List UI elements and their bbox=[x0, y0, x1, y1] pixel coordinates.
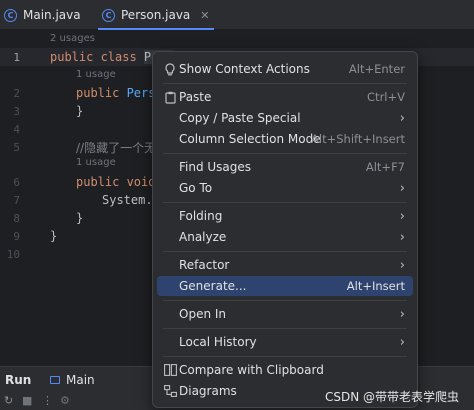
line-number: 10 bbox=[6, 247, 20, 261]
menu-separator bbox=[163, 83, 407, 84]
menu-separator bbox=[163, 153, 407, 154]
line-number: 9 bbox=[13, 229, 20, 243]
menu-item-generate[interactable]: Generate... Alt+Insert bbox=[157, 276, 413, 296]
more-icon[interactable]: ⋮ bbox=[42, 394, 53, 407]
line-number: 8 bbox=[13, 211, 20, 225]
line-number: 6 bbox=[13, 175, 20, 189]
menu-item-folding[interactable]: Folding › bbox=[157, 206, 413, 226]
menu-item-label: Paste bbox=[179, 90, 212, 104]
watermark: CSDN @带带老表学爬虫 bbox=[325, 390, 460, 404]
menu-item-go-to[interactable]: Go To › bbox=[157, 178, 413, 198]
line-number: 1 bbox=[13, 50, 20, 64]
chevron-right-icon: › bbox=[399, 208, 405, 224]
menu-item-refactor[interactable]: Refactor › bbox=[157, 255, 413, 275]
console-icon bbox=[50, 375, 60, 384]
tab-label: Person.java bbox=[121, 8, 191, 22]
menu-item-shortcut: Alt+Shift+Insert bbox=[311, 132, 405, 146]
editor-context-menu: Show Context Actions Alt+Enter Paste Ctr… bbox=[152, 51, 418, 408]
line-number: 7 bbox=[13, 193, 20, 207]
java-class-icon: C bbox=[4, 8, 17, 22]
menu-item-label: Refactor bbox=[179, 258, 230, 272]
closing-brace: } bbox=[76, 211, 84, 225]
menu-item-shortcut: Alt+F7 bbox=[365, 160, 405, 174]
menu-item-label: Show Context Actions bbox=[179, 62, 310, 76]
chevron-right-icon: › bbox=[399, 229, 405, 245]
menu-item-label: Local History bbox=[179, 335, 257, 349]
menu-item-shortcut: Alt+Enter bbox=[348, 62, 405, 76]
menu-item-find-usages[interactable]: Find Usages Alt+F7 bbox=[157, 157, 413, 177]
keyword: public bbox=[76, 86, 127, 100]
menu-item-open-in[interactable]: Open In › bbox=[157, 304, 413, 324]
usage-hint[interactable]: 1 usage bbox=[76, 157, 116, 168]
menu-item-label: Diagrams bbox=[179, 384, 237, 398]
line-number: 4 bbox=[13, 122, 20, 136]
tab-main-java[interactable]: C Main.java bbox=[4, 0, 81, 30]
menu-item-local-history[interactable]: Local History › bbox=[157, 332, 413, 352]
run-tab-main[interactable]: Main bbox=[50, 373, 95, 387]
menu-item-label: Go To bbox=[179, 181, 213, 195]
menu-item-label: Compare with Clipboard bbox=[179, 363, 324, 377]
settings-icon[interactable]: ⚙ bbox=[60, 394, 70, 407]
diagram-icon bbox=[163, 384, 177, 398]
run-tab-label: Main bbox=[66, 372, 95, 387]
menu-separator bbox=[163, 251, 407, 252]
menu-item-shortcut: Alt+Insert bbox=[346, 279, 405, 293]
closing-brace: } bbox=[50, 229, 58, 243]
chevron-right-icon: › bbox=[399, 257, 405, 273]
menu-item-shortcut: Ctrl+V bbox=[367, 90, 405, 104]
close-tab-icon[interactable]: ✕ bbox=[200, 9, 209, 22]
menu-item-analyze[interactable]: Analyze › bbox=[157, 227, 413, 247]
menu-item-paste[interactable]: Paste Ctrl+V bbox=[157, 87, 413, 107]
menu-item-column-selection-mode[interactable]: Column Selection Mode Alt+Shift+Insert bbox=[157, 129, 413, 149]
clipboard-icon bbox=[163, 90, 177, 104]
tab-person-java[interactable]: C Person.java ✕ bbox=[98, 0, 213, 30]
chevron-right-icon: › bbox=[399, 306, 405, 322]
chevron-right-icon: › bbox=[399, 334, 405, 350]
menu-item-label: Analyze bbox=[179, 230, 227, 244]
menu-separator bbox=[163, 328, 407, 329]
line-number: 3 bbox=[13, 104, 20, 118]
menu-item-copy-paste-special[interactable]: Copy / Paste Special › bbox=[157, 108, 413, 128]
bulb-icon bbox=[163, 62, 177, 76]
chevron-right-icon: › bbox=[399, 110, 405, 126]
tab-label: Main.java bbox=[23, 8, 81, 22]
comment: //隐藏了一个无 bbox=[76, 140, 157, 155]
line-number: 5 bbox=[13, 140, 20, 154]
menu-item-label: Generate... bbox=[179, 279, 247, 293]
menu-item-show-context-actions[interactable]: Show Context Actions Alt+Enter bbox=[157, 59, 413, 79]
menu-item-label: Open In bbox=[179, 307, 227, 321]
usage-hint[interactable]: 2 usages bbox=[50, 33, 95, 44]
menu-item-label: Folding bbox=[179, 209, 223, 223]
menu-item-label: Find Usages bbox=[179, 160, 252, 174]
menu-separator bbox=[163, 356, 407, 357]
keyword: public void bbox=[76, 175, 163, 189]
closing-brace: } bbox=[76, 104, 84, 118]
menu-separator bbox=[163, 300, 407, 301]
line-number: 2 bbox=[13, 86, 20, 100]
rerun-icon[interactable]: ↻ bbox=[4, 394, 13, 407]
stop-icon[interactable]: ■ bbox=[22, 394, 32, 407]
menu-item-compare-with-clipboard[interactable]: Compare with Clipboard bbox=[157, 360, 413, 380]
menu-item-label: Copy / Paste Special bbox=[179, 111, 301, 125]
keyword: public class bbox=[50, 50, 144, 64]
run-panel-title[interactable]: Run bbox=[5, 373, 31, 387]
editor-tab-bar: C Main.java C Person.java ✕ bbox=[0, 0, 474, 30]
menu-separator bbox=[163, 202, 407, 203]
chevron-right-icon: › bbox=[399, 180, 405, 196]
compare-icon bbox=[163, 363, 177, 377]
usage-hint[interactable]: 1 usage bbox=[76, 69, 116, 80]
menu-item-label: Column Selection Mode bbox=[179, 132, 321, 146]
java-class-icon: C bbox=[102, 8, 115, 22]
